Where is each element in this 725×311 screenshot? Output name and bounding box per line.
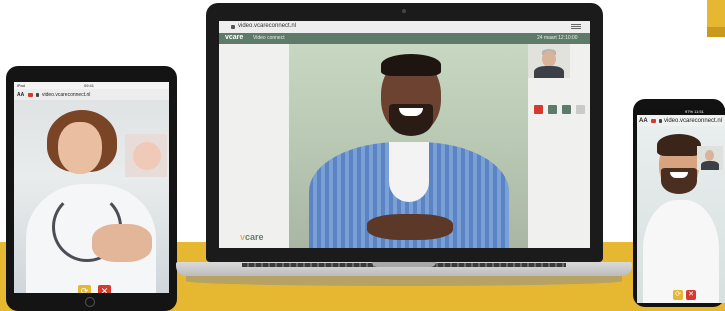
reader-mode-button[interactable]: AA [17,92,24,98]
browser-url[interactable]: video.vcareconnect.nl [238,23,296,29]
app-logo[interactable]: vcare [225,34,243,41]
phone-self-view[interactable] [697,146,723,170]
left-panel: vcare [219,44,289,248]
right-panel [528,44,590,248]
camera-switch-icon: ⟳ [80,286,89,293]
end-call-icon: ✕ [100,286,109,293]
laptop-base [176,262,632,276]
tablet-self-view[interactable] [125,134,167,177]
tablet-video-feed [14,100,169,293]
app-header-title: Video connect [253,35,285,41]
tablet-url-bar[interactable]: AA video.vcareconnect.nl [14,89,169,100]
doctor-hands [92,224,152,262]
microphone-icon[interactable] [562,105,571,114]
promo-stage: iPad 09:41 AA video.vcareconnect.nl ⟳ ✕ … [0,0,725,311]
corner-accent [707,0,725,37]
webcam-icon [402,9,406,13]
reader-mode-button[interactable]: AA [639,118,648,124]
doctor-face [58,122,102,174]
camera-icon[interactable] [548,105,557,114]
laptop-notch [372,262,436,267]
settings-icon[interactable] [576,105,585,114]
caller-hair [381,54,441,76]
camera-icon [651,119,656,123]
tablet-screen: iPad 09:41 AA video.vcareconnect.nl ⟳ ✕ [14,82,169,293]
phone-end-call-button[interactable]: ✕ [686,290,696,300]
app-header: vcare Video connect 24 maart 12:10:00 [219,33,590,44]
laptop-self-view[interactable] [528,44,570,78]
hamburger-menu-icon[interactable] [571,23,581,31]
caller-hair [657,134,701,156]
lock-icon [231,25,235,29]
tablet-home-button[interactable] [85,297,95,307]
caller-hands [367,214,453,240]
phone-url-bar[interactable]: AA video.vcareconnect.nl [637,115,725,126]
camera-switch-icon: ⟳ [675,291,681,298]
caller-tshirt [389,142,429,202]
phone-url-text: video.vcareconnect.nl [664,118,723,124]
laptop-shadow [186,276,622,286]
phone-device: 97% 11:51 AA video.vcareconnect.nl ⟳ ✕ [633,99,725,307]
tablet-device: iPad 09:41 AA video.vcareconnect.nl ⟳ ✕ [6,66,177,311]
camera-icon [28,93,33,97]
phone-screen: 97% 11:51 AA video.vcareconnect.nl ⟳ ✕ [637,108,725,303]
tablet-end-call-button[interactable]: ✕ [98,285,111,293]
browser-address-bar[interactable]: video.vcareconnect.nl [219,21,590,33]
lock-icon [36,93,39,97]
phone-status-text: 97% 11:51 [685,109,704,114]
phone-video-feed [637,126,725,303]
end-call-icon: ✕ [688,291,694,298]
laptop-screen: video.vcareconnect.nl vcare Video connec… [219,21,590,248]
header-date: 24 maart 12:10:00 [537,35,578,41]
caller-shirt [643,200,719,303]
tablet-status-bar: iPad 09:41 [14,82,169,89]
lock-icon [659,119,662,123]
tablet-status-carrier: iPad [17,83,26,88]
tablet-url-text: video.vcareconnect.nl [42,92,91,98]
main-video-feed [289,44,528,248]
sidebar-brand-logo: vcare [240,232,264,242]
tablet-camera-switch-button[interactable]: ⟳ [78,285,91,293]
phone-camera-switch-button[interactable]: ⟳ [673,290,683,300]
end-call-icon[interactable] [534,105,543,114]
phone-status-bar: 97% 11:51 [637,108,725,115]
tablet-status-time: 09:41 [84,83,95,88]
